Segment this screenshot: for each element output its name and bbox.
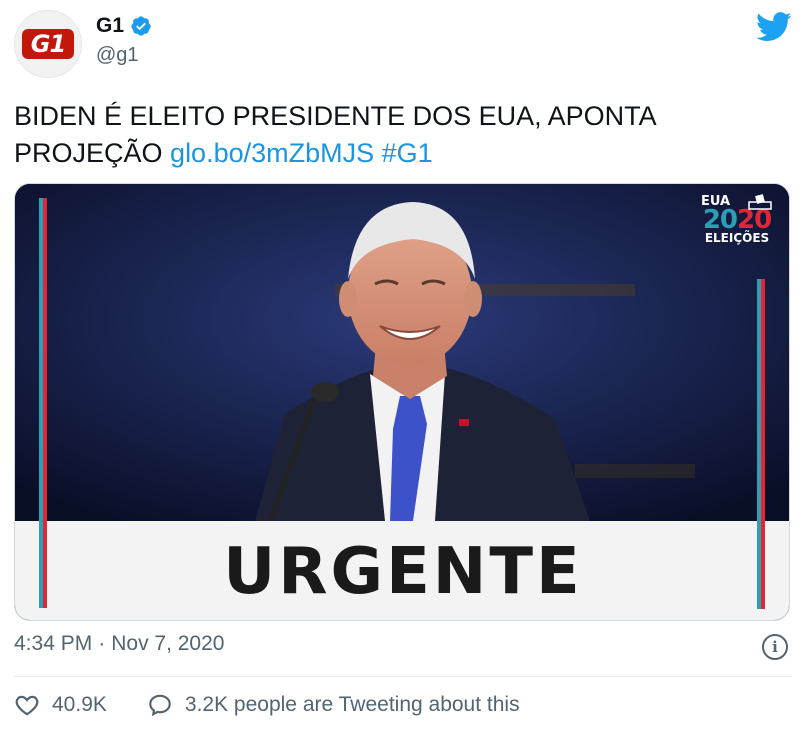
- left-stripe: [39, 198, 47, 608]
- timestamp[interactable]: 4:34 PM · Nov 7, 2020: [14, 632, 224, 656]
- timestamp-separator: ·: [98, 632, 106, 655]
- heart-icon: [15, 695, 39, 716]
- conversation-text: 3.2K people are Tweeting about this: [184, 693, 520, 716]
- tweet-text: BIDEN É ELEITO PRESIDENTE DOS EUA, APONT…: [14, 98, 784, 172]
- ballot-box-icon: [748, 194, 772, 210]
- tweet-media[interactable]: URGENTE EUA 2020 ELEIÇÕES: [14, 183, 790, 621]
- divider: [14, 676, 792, 677]
- biden-photo: [15, 184, 789, 521]
- urgent-banner: URGENTE: [15, 521, 789, 620]
- badge-bottom: ELEIÇÕES: [704, 231, 770, 245]
- tweet-actions: 40.9K 3.2K people are Tweeting about thi…: [14, 692, 520, 718]
- tweet-date: Nov 7, 2020: [111, 632, 225, 655]
- display-name[interactable]: G1: [96, 14, 124, 38]
- like-count: 40.9K: [52, 693, 107, 716]
- tweet-card: G1 G1 @g1 BIDEN É ELEITO PRESIDENTE DOS …: [0, 0, 806, 733]
- info-icon[interactable]: i: [762, 634, 788, 660]
- twitter-bird-icon[interactable]: [756, 12, 792, 42]
- handle[interactable]: @g1: [96, 44, 139, 67]
- banner-text: URGENTE: [223, 534, 583, 609]
- conversation-link[interactable]: 3.2K people are Tweeting about this: [147, 692, 520, 718]
- like-button[interactable]: 40.9K: [14, 692, 107, 718]
- badge-year: 2020: [697, 207, 777, 233]
- tweet-link[interactable]: glo.bo/3mZbMJS: [170, 138, 374, 168]
- tweet-hashtag[interactable]: #G1: [382, 138, 433, 168]
- g1-logo: G1: [22, 29, 74, 59]
- tweet-time: 4:34 PM: [14, 632, 93, 655]
- comment-bubble-icon: [149, 694, 171, 717]
- election-badge: EUA 2020 ELEIÇÕES: [697, 194, 777, 245]
- verified-badge-icon: [131, 16, 151, 36]
- right-stripe: [757, 279, 765, 609]
- avatar[interactable]: G1: [14, 10, 82, 78]
- author-name-row: G1: [96, 14, 152, 38]
